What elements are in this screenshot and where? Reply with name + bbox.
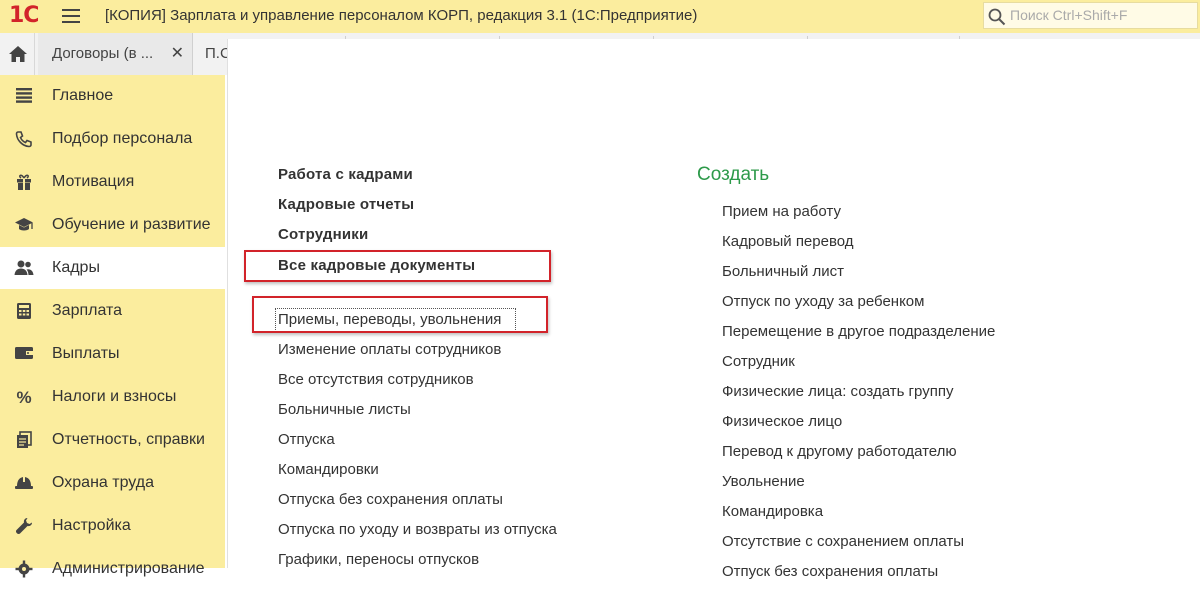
people-icon: [13, 259, 35, 279]
sidebar-item-label: Зарплата: [52, 302, 123, 319]
tab-contracts[interactable]: Договоры (в ... ✕: [38, 33, 193, 75]
link-salary-changes[interactable]: Изменение оплаты сотрудников: [278, 341, 501, 358]
create-employee[interactable]: Сотрудник: [722, 353, 795, 370]
sidebar-item-label: Охрана труда: [52, 474, 154, 491]
calculator-icon: [13, 302, 35, 322]
phone-icon: [13, 130, 35, 150]
helmet-icon: [13, 474, 35, 494]
section-panel: Главное Подбор персонала Мотивация Обуче…: [0, 75, 225, 578]
sidebar-item-training[interactable]: Обучение и развитие: [0, 204, 225, 246]
tab-label: П.С: [205, 45, 227, 62]
content-top-separators: [227, 36, 1200, 40]
create-heading: Создать: [697, 164, 770, 185]
link-sick-leaves[interactable]: Больничные листы: [278, 401, 411, 418]
window-title: [КОПИЯ] Зарплата и управление персоналом…: [105, 7, 698, 24]
sidebar-item-label: Отчетность, справки: [52, 431, 205, 448]
search-input[interactable]: [1010, 6, 1190, 24]
home-tab[interactable]: [0, 33, 35, 75]
link-parental-leaves[interactable]: Отпуска по уходу и возвраты из отпуска: [278, 521, 557, 538]
sidebar-item-motivation[interactable]: Мотивация: [0, 161, 225, 203]
sidebar-item-reports[interactable]: Отчетность, справки: [0, 419, 225, 461]
sidebar-item-taxes[interactable]: % Налоги и взносы: [0, 376, 225, 418]
percent-icon: %: [16, 388, 32, 407]
red-highlight-frame: [252, 296, 548, 333]
create-hiring[interactable]: Прием на работу: [722, 203, 841, 220]
sidebar-item-label: Обучение и развитие: [52, 216, 211, 233]
create-employer-transfer[interactable]: Перевод к другому работодателю: [722, 443, 957, 460]
link-employees[interactable]: Сотрудники: [278, 226, 368, 243]
menu-lines-icon: [13, 87, 35, 107]
link-business-trips[interactable]: Командировки: [278, 461, 379, 478]
sidebar-item-labor-safety[interactable]: Охрана труда: [0, 462, 225, 504]
title-bar: 1С [КОПИЯ] Зарплата и управление персона…: [0, 0, 1200, 33]
create-unpaid-leave[interactable]: Отпуск без сохранения оплаты: [722, 563, 938, 580]
tab-second[interactable]: П.С: [195, 33, 227, 75]
create-parental-leave[interactable]: Отпуск по уходу за ребенком: [722, 293, 924, 310]
graduation-cap-icon: [13, 216, 35, 236]
sidebar-item-label: Настройка: [52, 517, 131, 534]
create-relocation[interactable]: Перемещение в другое подразделение: [722, 323, 995, 340]
gear-icon: [13, 560, 35, 580]
sidebar-item-label: Главное: [52, 87, 114, 104]
red-highlight-frame: [244, 250, 551, 282]
main-menu-icon[interactable]: [62, 9, 80, 23]
search-icon: [988, 8, 1006, 26]
link-unpaid-leaves[interactable]: Отпуска без сохранения оплаты: [278, 491, 503, 508]
gift-icon: [13, 173, 35, 193]
home-icon: [9, 46, 27, 62]
sidebar-item-label: Подбор персонала: [52, 130, 193, 147]
create-transfer[interactable]: Кадровый перевод: [722, 233, 854, 250]
tab-label: Договоры (в ...: [52, 45, 154, 62]
reports-icon: [13, 431, 35, 451]
create-person-group[interactable]: Физические лица: создать группу: [722, 383, 953, 400]
sidebar-item-label: Выплаты: [52, 345, 120, 362]
sidebar-item-settings[interactable]: Настройка: [0, 505, 225, 547]
create-paid-absence[interactable]: Отсутствие с сохранением оплаты: [722, 533, 964, 550]
wallet-icon: [13, 345, 35, 365]
app-logo[interactable]: 1С: [9, 3, 39, 28]
close-icon[interactable]: ✕: [171, 33, 184, 75]
link-all-absences[interactable]: Все отсутствия сотрудников: [278, 371, 474, 388]
sidebar-item-label: Мотивация: [52, 173, 135, 190]
sidebar-item-label: Кадры: [52, 259, 100, 276]
link-vacation-schedules[interactable]: Графики, переносы отпусков: [278, 551, 479, 568]
sidebar-item-main[interactable]: Главное: [0, 75, 225, 117]
sidebar-item-hr[interactable]: Кадры: [0, 247, 225, 289]
sidebar-item-label: Администрирование: [52, 560, 205, 577]
create-business-trip[interactable]: Командировка: [722, 503, 823, 520]
create-person[interactable]: Физическое лицо: [722, 413, 842, 430]
link-vacations[interactable]: Отпуска: [278, 431, 335, 448]
link-hr-work[interactable]: Работа с кадрами: [278, 166, 413, 183]
create-dismissal[interactable]: Увольнение: [722, 473, 805, 490]
sidebar-item-label: Налоги и взносы: [52, 388, 177, 405]
wrench-icon: [13, 517, 35, 537]
create-sick-leave[interactable]: Больничный лист: [722, 263, 844, 280]
sidebar-item-recruitment[interactable]: Подбор персонала: [0, 118, 225, 160]
link-hr-reports[interactable]: Кадровые отчеты: [278, 196, 414, 213]
section-content: Работа с кадрами Кадровые отчеты Сотрудн…: [227, 39, 1200, 580]
search-box[interactable]: [983, 2, 1198, 29]
sidebar-item-payments[interactable]: Выплаты: [0, 333, 225, 375]
sidebar-item-administration[interactable]: Администрирование: [0, 548, 225, 590]
sidebar-item-salary[interactable]: Зарплата: [0, 290, 225, 332]
